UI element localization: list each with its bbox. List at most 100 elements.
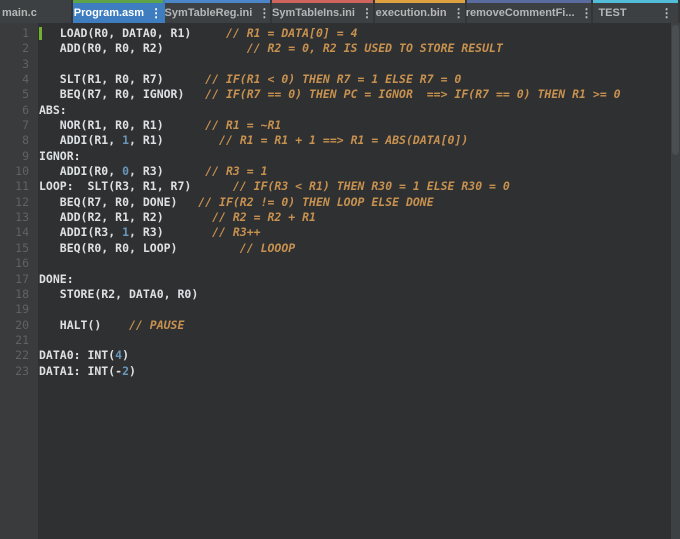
code-text: LOOP: SLT(R3, R1, R7)	[39, 179, 192, 194]
tab-color-strip	[593, 0, 678, 3]
code-line[interactable]	[39, 333, 680, 348]
code-line[interactable]: NOR(R1, R0, R1) // R1 = ~R1	[39, 118, 680, 133]
tab-color-strip	[467, 0, 591, 3]
tab-label: SymTableReg.ini	[164, 6, 253, 19]
line-number: 7	[22, 118, 29, 133]
code-line[interactable]: SLT(R1, R0, R7) // IF(R1 < 0) THEN R7 = …	[39, 72, 680, 87]
code-text: SLT(R1, R0, R7)	[39, 72, 164, 87]
code-text: ADDI(R3,	[39, 225, 123, 240]
tab-menu-icon[interactable]: ⋮	[361, 5, 373, 19]
vertical-scrollbar[interactable]	[671, 23, 680, 539]
tab-color-strip	[73, 0, 163, 3]
code-area[interactable]: LOAD(R0, DATA0, R1) // R1 = DATA[0] = 4 …	[38, 23, 680, 539]
code-line[interactable]	[39, 256, 680, 271]
code-text: IGNOR:	[39, 148, 81, 163]
line-number: 21	[15, 332, 29, 347]
line-number: 20	[15, 317, 29, 332]
code-comment: // PAUSE	[101, 317, 185, 332]
code-line[interactable]: ADD(R0, R0, R2) // R2 = 0, R2 IS USED TO…	[39, 41, 680, 56]
tab-menu-icon[interactable]: ⋮	[661, 5, 673, 19]
code-text: ADD(R0, R0, R2)	[39, 41, 164, 56]
line-number: 8	[22, 133, 29, 148]
vcs-change-marker	[39, 27, 42, 40]
code-comment: // LOOOP	[177, 240, 296, 255]
tab-label: execution.bin	[375, 6, 447, 19]
code-text: , R3)	[129, 164, 164, 179]
code-line[interactable]: ABS:	[39, 103, 680, 118]
code-line[interactable]: LOOP: SLT(R3, R1, R7) // IF(R3 < R1) THE…	[39, 179, 680, 194]
tab-color-strip	[374, 0, 466, 3]
line-number: 12	[15, 194, 29, 209]
code-text: )	[122, 348, 130, 363]
line-number: 10	[15, 164, 29, 179]
tab-label: SymTableIns.ini	[272, 6, 355, 19]
code-line[interactable]: IGNOR:	[39, 149, 680, 164]
tab-program-asm[interactable]: Program.asm ⋮	[73, 0, 165, 23]
code-comment: // IF(R3 < R1) THEN R30 = 1 ELSE R30 = 0	[191, 179, 510, 194]
code-number-literal: 2	[122, 363, 130, 378]
code-line[interactable]	[39, 302, 680, 317]
line-number: 4	[22, 72, 29, 87]
tab-label: TEST	[598, 6, 627, 19]
code-line[interactable]: DATA0: INT(4)	[39, 348, 680, 363]
code-line[interactable]: ADDI(R3, 1, R3) // R3++	[39, 225, 680, 240]
code-line[interactable]: DATA1: INT(-2)	[39, 364, 680, 379]
tab-removecommentfi[interactable]: removeCommentFi... ⋮	[465, 0, 593, 23]
code-text: DONE:	[39, 271, 74, 286]
line-number: 1	[22, 26, 29, 40]
code-comment: // R1 = ~R1	[163, 118, 282, 133]
tab-color-strip	[0, 0, 71, 3]
tab-symtableins-ini[interactable]: SymTableIns.ini ⋮	[272, 0, 375, 23]
line-number: 18	[15, 286, 29, 301]
tab-menu-icon[interactable]: ⋮	[453, 5, 465, 19]
code-line[interactable]: LOAD(R0, DATA0, R1) // R1 = DATA[0] = 4	[39, 26, 680, 41]
code-comment: // R1 = DATA[0] = 4	[191, 26, 358, 40]
tab-menu-icon[interactable]: ⋮	[150, 5, 162, 19]
tab-symtablereg-ini[interactable]: SymTableReg.ini ⋮	[164, 0, 273, 23]
line-number: 6	[22, 102, 29, 117]
line-number: 11	[15, 179, 29, 194]
line-number: 13	[15, 210, 29, 225]
code-text: ADDI(R0,	[39, 164, 123, 179]
code-number-literal: 1	[122, 225, 130, 240]
code-text: ADD(R2, R1, R2)	[39, 210, 164, 225]
line-number: 5	[22, 87, 29, 102]
scrollbar-thumb[interactable]	[672, 25, 679, 155]
code-number-literal: 0	[122, 164, 130, 179]
code-comment: // IF(R1 < 0) THEN R7 = 1 ELSE R7 = 0	[163, 72, 462, 87]
code-line[interactable]: ADD(R2, R1, R2) // R2 = R2 + R1	[39, 210, 680, 225]
code-line[interactable]: HALT() // PAUSE	[39, 318, 680, 333]
code-line[interactable]	[39, 57, 680, 72]
code-text: ABS:	[39, 102, 67, 117]
code-line[interactable]: BEQ(R7, R0, IGNOR) // IF(R7 == 0) THEN P…	[39, 87, 680, 102]
code-text: , R3)	[129, 225, 164, 240]
code-line[interactable]: ADDI(R1, 1, R1) // R1 = R1 + 1 ==> R1 = …	[39, 133, 680, 148]
code-text: DATA0: INT(	[39, 348, 116, 363]
code-text: DATA1: INT(-	[39, 363, 123, 378]
tab-color-strip	[164, 0, 271, 3]
editor: 1 2 3 4 5 6 7 8 9 10 11 12 13 14 15 16 17 18 19 20 21 22 23 LO…	[0, 23, 680, 539]
code-text: BEQ(R0, R0, LOOP)	[39, 240, 178, 255]
tab-label: removeCommentFi...	[465, 6, 575, 19]
code-line[interactable]: BEQ(R0, R0, LOOP) // LOOOP	[39, 241, 680, 256]
code-comment: // R3++	[163, 225, 261, 240]
code-line[interactable]: STORE(R2, DATA0, R0)	[39, 287, 680, 302]
code-text: BEQ(R7, R0, DONE)	[39, 194, 178, 209]
code-text: )	[129, 363, 136, 378]
code-line[interactable]: ADDI(R0, 0, R3) // R3 = 1	[39, 164, 680, 179]
tab-execution-bin[interactable]: execution.bin ⋮	[374, 0, 468, 23]
line-number: 22	[15, 348, 29, 363]
code-line[interactable]: BEQ(R7, R0, DONE) // IF(R2 != 0) THEN LO…	[39, 195, 680, 210]
tab-menu-icon[interactable]: ⋮	[581, 5, 593, 19]
tab-menu-icon[interactable]: ⋮	[258, 5, 270, 19]
code-text: , R1)	[129, 133, 164, 148]
tab-test[interactable]: TEST ⋮	[593, 0, 680, 23]
line-number: 14	[15, 225, 29, 240]
code-text: NOR(R1, R0, R1)	[39, 118, 164, 133]
tab-main-c[interactable]: main.c	[0, 0, 73, 23]
line-number: 2	[22, 41, 29, 56]
code-comment: // R2 = R2 + R1	[163, 210, 316, 225]
code-line[interactable]: DONE:	[39, 272, 680, 287]
code-number-literal: 1	[122, 133, 130, 148]
code-text: ADDI(R1,	[39, 133, 123, 148]
